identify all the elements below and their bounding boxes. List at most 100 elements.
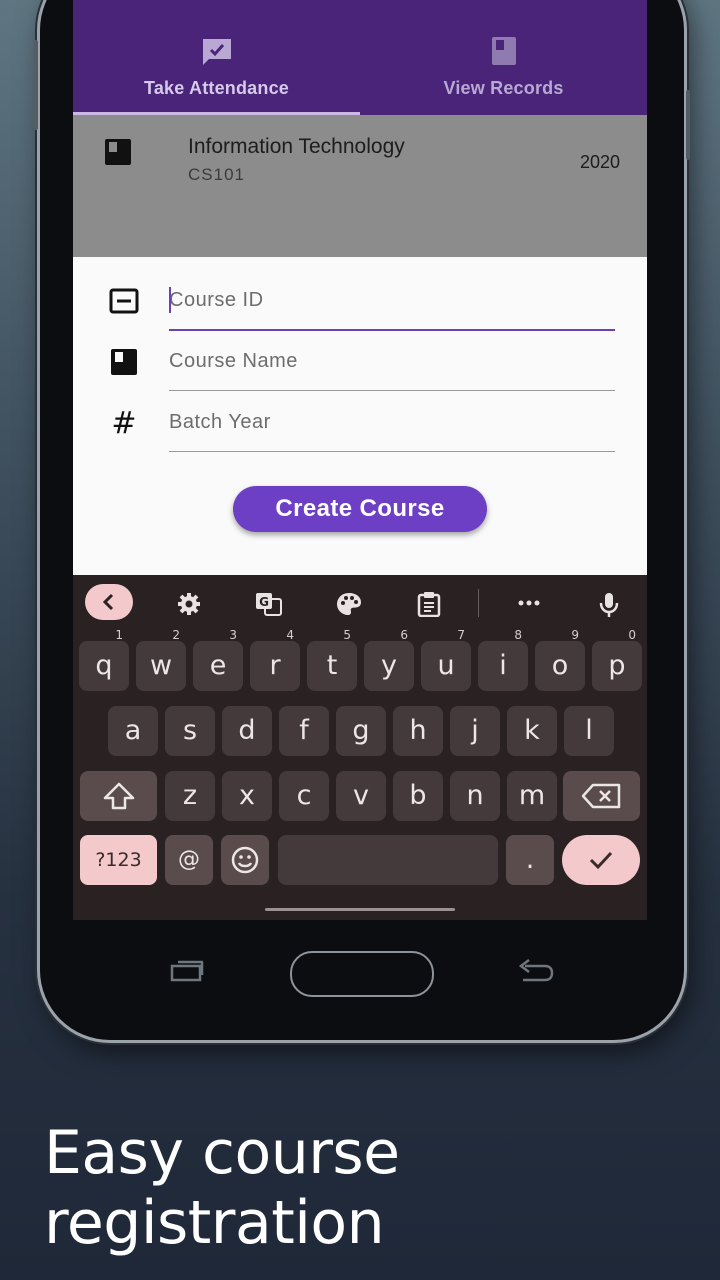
- key-hint: 3: [229, 628, 237, 642]
- settings-button[interactable]: [165, 585, 213, 621]
- key-b[interactable]: b: [393, 771, 443, 821]
- course-list: Information Technology CS101 2020: [73, 115, 647, 257]
- key-s[interactable]: s: [165, 706, 215, 756]
- emoji-key[interactable]: [221, 835, 269, 885]
- key-h[interactable]: h: [393, 706, 443, 756]
- key-a[interactable]: a: [108, 706, 158, 756]
- enter-key[interactable]: [562, 835, 640, 885]
- volume-button: [34, 40, 38, 130]
- shift-icon: [103, 782, 134, 810]
- key-letter: w: [149, 650, 173, 681]
- key-letter: y: [381, 650, 397, 681]
- text-caret: [169, 287, 171, 313]
- key-t[interactable]: t5: [307, 628, 357, 691]
- tab-label: Take Attendance: [143, 78, 290, 98]
- promo-caption: Easy course registration: [44, 1118, 400, 1258]
- key-y[interactable]: y6: [364, 628, 414, 691]
- course-id-input[interactable]: Course ID: [169, 271, 615, 331]
- voice-input-button[interactable]: [585, 585, 633, 621]
- shift-key[interactable]: [80, 771, 157, 821]
- backspace-icon: [581, 783, 620, 809]
- key-letter: u: [437, 650, 455, 681]
- key-letter: o: [551, 650, 569, 681]
- translate-icon: G: [256, 593, 282, 616]
- back-arrow-icon[interactable]: [515, 958, 555, 984]
- create-course-button[interactable]: Create Course: [233, 486, 487, 532]
- key-p[interactable]: p0: [592, 628, 642, 691]
- key-o[interactable]: o9: [535, 628, 585, 691]
- key-x[interactable]: x: [222, 771, 272, 821]
- recent-apps-icon[interactable]: [170, 960, 204, 982]
- key-letter: i: [499, 650, 507, 681]
- key-hint: 8: [514, 628, 522, 642]
- key-e[interactable]: e3: [193, 628, 243, 691]
- key-d[interactable]: d: [222, 706, 272, 756]
- course-year: 2020: [579, 152, 620, 172]
- attendance-icon: [202, 39, 231, 65]
- key-q[interactable]: q1: [79, 628, 129, 691]
- course-list-item[interactable]: Information Technology CS101 2020: [73, 115, 647, 205]
- gear-icon: [178, 593, 200, 615]
- period-key[interactable]: .: [506, 835, 554, 885]
- key-letter: e: [209, 650, 227, 681]
- tab-bar: Take Attendance View Records: [73, 0, 647, 115]
- key-m[interactable]: m: [507, 771, 557, 821]
- soft-keyboard: G q 1 w 2 e 3 r 4 t 5 y 6 u 7 i 8 o 9 p …: [73, 575, 647, 920]
- chevron-left-icon: [102, 593, 114, 611]
- space-key[interactable]: [278, 835, 498, 885]
- key-g[interactable]: g: [336, 706, 386, 756]
- symbols-key[interactable]: ?123: [80, 835, 157, 885]
- key-c[interactable]: c: [279, 771, 329, 821]
- batch-year-input[interactable]: Batch Year: [169, 393, 615, 452]
- key-j[interactable]: j: [450, 706, 500, 756]
- tab-view-records[interactable]: View Records: [360, 0, 647, 115]
- key-u[interactable]: u7: [421, 628, 471, 691]
- key-hint: 7: [457, 628, 465, 642]
- key-k[interactable]: k: [507, 706, 557, 756]
- more-button[interactable]: [505, 585, 553, 621]
- tab-label: View Records: [443, 78, 564, 98]
- key-r[interactable]: r4: [250, 628, 300, 691]
- phone-screen: Take Attendance View Records Information…: [73, 0, 647, 920]
- home-button[interactable]: [290, 951, 434, 997]
- course-id-field[interactable]: Course ID: [73, 271, 647, 331]
- key-letter: r: [269, 650, 281, 681]
- key-letter: p: [608, 650, 626, 681]
- hash-icon: #: [111, 407, 136, 439]
- smiley-icon: [231, 846, 259, 874]
- key-hint: 4: [286, 628, 294, 642]
- key-i[interactable]: i8: [478, 628, 528, 691]
- batch-year-field[interactable]: # Batch Year: [73, 393, 647, 453]
- id-card-icon: [109, 288, 139, 314]
- key-l[interactable]: l: [564, 706, 614, 756]
- key-letter: t: [326, 650, 338, 681]
- key-z[interactable]: z: [165, 771, 215, 821]
- key-w[interactable]: w2: [136, 628, 186, 691]
- key-hint: 0: [628, 628, 636, 642]
- theme-button[interactable]: [325, 585, 373, 621]
- course-name-field[interactable]: Course Name: [73, 332, 647, 392]
- gesture-nav-bar: [265, 908, 455, 911]
- key-v[interactable]: v: [336, 771, 386, 821]
- book-icon: [105, 139, 131, 165]
- clipboard-button[interactable]: [405, 585, 453, 621]
- key-hint: 5: [343, 628, 351, 642]
- key-n[interactable]: n: [450, 771, 500, 821]
- translate-button[interactable]: G: [245, 585, 293, 621]
- course-name-input[interactable]: Course Name: [169, 332, 615, 391]
- backspace-key[interactable]: [563, 771, 640, 821]
- collapse-toolbar-button[interactable]: [85, 584, 133, 620]
- checkmark-icon: [589, 851, 613, 870]
- key-f[interactable]: f: [279, 706, 329, 756]
- svg-text:G: G: [259, 595, 269, 609]
- create-course-sheet: Course ID Course Name # Batch Year Creat…: [73, 257, 647, 575]
- at-key[interactable]: @: [165, 835, 213, 885]
- clipboard-icon: [417, 592, 441, 618]
- key-hint: 6: [400, 628, 408, 642]
- key-hint: 1: [115, 628, 123, 642]
- microphone-icon: [599, 593, 619, 617]
- course-code: CS101: [188, 165, 245, 184]
- book-icon: [111, 349, 137, 375]
- tab-take-attendance[interactable]: Take Attendance: [73, 0, 360, 115]
- palette-icon: [337, 593, 361, 615]
